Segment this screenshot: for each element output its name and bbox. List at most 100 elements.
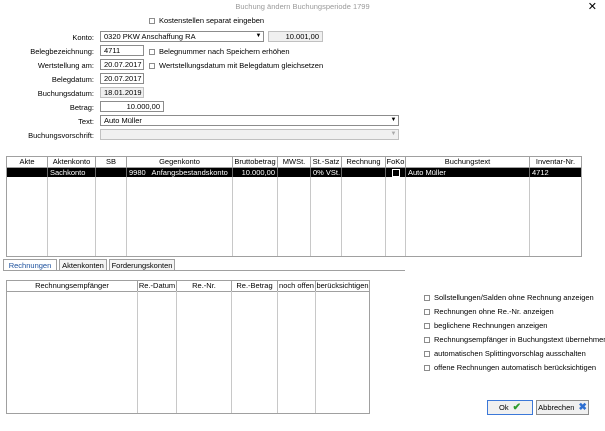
cell-rechnung[interactable] [342, 168, 386, 177]
checkmark-icon: ✔ [512, 402, 521, 413]
checkbox-box[interactable] [424, 350, 430, 357]
col-header-mwst[interactable]: MWSt. [278, 157, 311, 168]
text-combobox[interactable]: Auto Müller ▼ [100, 115, 399, 126]
col-header-buchungstext[interactable]: Buchungstext [406, 157, 530, 168]
wertstellung-input[interactable]: 20.07.2017 [100, 59, 144, 70]
grid-divider [47, 177, 48, 256]
grid-divider [176, 291, 177, 413]
col-header-rechnungsempfaenger[interactable]: Rechnungsempfänger [7, 281, 138, 292]
grid-divider [137, 291, 138, 413]
option-label: Rechnungen ohne Re.-Nr. anzeigen [434, 307, 554, 316]
text-label: Text: [78, 117, 94, 126]
wertstellung-label: Wertstellung am: [37, 61, 94, 70]
option-ohne-re-nr[interactable]: Rechnungen ohne Re.-Nr. anzeigen [424, 307, 554, 316]
grid-divider [277, 177, 278, 256]
col-header-st-satz[interactable]: St.-Satz [311, 157, 342, 168]
buchungsvorschrift-select[interactable]: ▼ [100, 129, 399, 140]
col-header-re-nr[interactable]: Re.-Nr. [177, 281, 232, 292]
grid-divider [126, 177, 127, 256]
wertstellung-checkbox[interactable]: Wertstellungsdatum mit Belegdatum gleich… [149, 61, 323, 70]
text-value: Auto Müller [104, 116, 142, 125]
option-beglichene[interactable]: beglichene Rechnungen anzeigen [424, 321, 547, 330]
option-label: beglichene Rechnungen anzeigen [434, 321, 548, 330]
col-header-foko[interactable]: FoKo [386, 157, 406, 168]
col-header-gegenkonto[interactable]: Gegenkonto [127, 157, 233, 168]
gegenkonto-name: Anfangsbestandskonto [151, 168, 228, 177]
chevron-down-icon[interactable]: ▼ [254, 32, 263, 41]
cell-foko[interactable] [386, 168, 406, 177]
cell-buchungstext[interactable]: Auto Müller [406, 168, 530, 177]
cell-st-satz[interactable]: 0% VSt. [311, 168, 342, 177]
col-header-rechnung[interactable]: Rechnung [342, 157, 386, 168]
foko-checkbox[interactable] [391, 168, 400, 177]
konto-select[interactable]: 0320 PKW Anschaffung RA ▼ [100, 31, 264, 42]
belegdatum-input[interactable]: 20.07.2017 [100, 73, 144, 84]
buchungsvorschrift-label: Buchungsvorschrift: [28, 131, 94, 140]
chevron-down-icon[interactable]: ▼ [389, 130, 398, 139]
col-header-akte[interactable]: Akte [7, 157, 48, 168]
grid-divider [385, 177, 386, 256]
grid-divider [310, 177, 311, 256]
close-icon[interactable]: ✕ [588, 0, 597, 13]
checkbox-box[interactable] [149, 62, 155, 69]
cell-akte[interactable] [7, 168, 48, 177]
col-header-sb[interactable]: SB [96, 157, 127, 168]
betrag-label: Betrag: [69, 103, 94, 112]
cancel-label: Abbrechen [538, 403, 575, 412]
table-row[interactable]: Sachkonto 9980 Anfangsbestandskonto 10.0… [7, 168, 581, 177]
kostenstellen-checkbox[interactable]: Kostenstellen separat eingeben [149, 16, 264, 25]
option-splitting[interactable]: automatischen Splittingvorschlag ausscha… [424, 349, 586, 358]
cell-mwst[interactable] [278, 168, 311, 177]
option-offene-automatisch[interactable]: offene Rechnungen automatisch berücksich… [424, 363, 596, 372]
col-header-beruecksichtigen[interactable]: berücksichtigen [316, 281, 369, 292]
cell-gegenkonto[interactable]: 9980 Anfangsbestandskonto [127, 168, 233, 177]
tab-forderungskonten[interactable]: Forderungskonten [109, 259, 175, 270]
booking-grid[interactable]: Akte Aktenkonto SB Gegenkonto Bruttobetr… [6, 156, 582, 257]
belegbezeichnung-label: Belegbezeichnung: [30, 47, 94, 56]
chevron-down-icon[interactable]: ▼ [389, 116, 398, 125]
invoice-grid[interactable]: Rechnungsempfänger Re.-Datum Re.-Nr. Re.… [6, 280, 370, 414]
cell-aktenkonto[interactable]: Sachkonto [48, 168, 96, 177]
checkbox-box[interactable] [424, 294, 430, 301]
col-header-re-datum[interactable]: Re.-Datum [138, 281, 177, 292]
checkbox-box[interactable] [424, 308, 430, 315]
grid-divider [341, 177, 342, 256]
belegdatum-label: Belegdatum: [51, 75, 94, 84]
checkbox-box[interactable] [149, 48, 155, 55]
option-label: Sollstellungen/Salden ohne Rechnung anze… [434, 293, 594, 302]
grid-divider [315, 291, 316, 413]
col-header-bruttobetrag[interactable]: Bruttobetrag [233, 157, 278, 168]
col-header-noch-offen[interactable]: noch offen [278, 281, 316, 292]
kostenstellen-label: Kostenstellen separat eingeben [159, 16, 265, 25]
cancel-button[interactable]: Abbrechen ✖ [536, 400, 589, 415]
checkbox-box[interactable] [149, 17, 155, 24]
cell-inventar-nr[interactable]: 4712 [530, 168, 581, 177]
betrag-input[interactable]: 10.000,00 [100, 101, 164, 112]
konto-value: 0320 PKW Anschaffung RA [104, 32, 196, 41]
belegnummer-label: Belegnummer nach Speichern erhöhen [159, 47, 290, 56]
cancel-x-icon: ✖ [578, 402, 587, 413]
cell-bruttobetrag[interactable]: 10.000,00 [233, 168, 278, 177]
cell-sb[interactable] [96, 168, 127, 177]
konto-label: Konto: [72, 33, 94, 42]
grid-divider [405, 177, 406, 256]
checkbox-box[interactable] [424, 364, 430, 371]
grid-divider [277, 291, 278, 413]
window-title: Buchung ändern Buchungsperiode 1799 [235, 2, 370, 11]
ok-button[interactable]: Ok ✔ [487, 400, 533, 415]
belegnummer-checkbox[interactable]: Belegnummer nach Speichern erhöhen [149, 47, 290, 56]
col-header-aktenkonto[interactable]: Aktenkonto [48, 157, 96, 168]
grid-divider [95, 177, 96, 256]
tab-divider [3, 270, 405, 271]
col-header-inventar-nr[interactable]: Inventar-Nr. [530, 157, 581, 168]
buchungsdatum-label: Buchungsdatum: [37, 89, 94, 98]
buchungsdatum-field: 18.01.2019 [100, 87, 144, 98]
checkbox-box[interactable] [424, 322, 430, 329]
belegbezeichnung-input[interactable]: 4711 [100, 45, 144, 56]
option-empfaenger-buchungstext[interactable]: Rechnungsempfänger in Buchungstext übern… [424, 335, 605, 344]
checkbox-box[interactable] [424, 336, 430, 343]
grid-divider [231, 291, 232, 413]
col-header-re-betrag[interactable]: Re.-Betrag [232, 281, 278, 292]
tab-aktenkonten[interactable]: Aktenkonten [59, 259, 107, 270]
option-sollstellungen[interactable]: Sollstellungen/Salden ohne Rechnung anze… [424, 293, 594, 302]
